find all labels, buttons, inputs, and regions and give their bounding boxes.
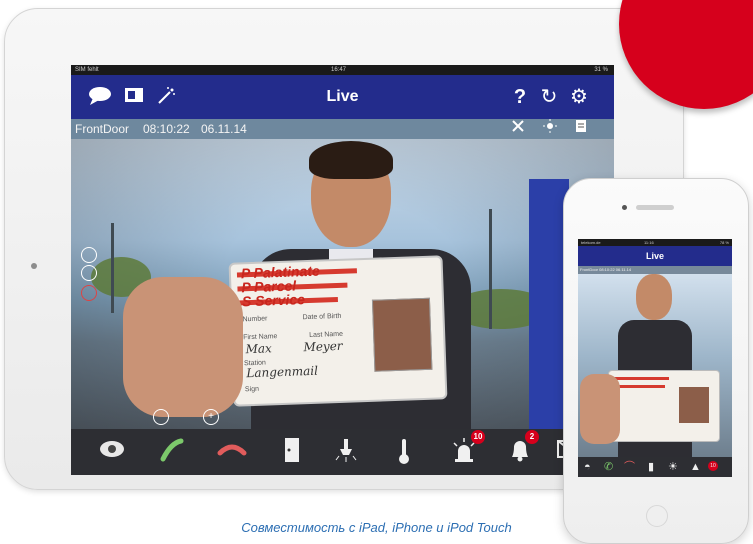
camera-time: 08:10:22 (143, 122, 190, 136)
camera-dome-icon[interactable] (97, 437, 127, 467)
alarm-light-icon[interactable]: ▲ (690, 457, 701, 477)
camera-dome-icon[interactable]: ◓ (584, 457, 591, 477)
bell-icon[interactable]: 2 (505, 430, 539, 467)
corner-red-badge (619, 0, 753, 109)
door-icon[interactable] (277, 437, 307, 467)
card-station: Langenmail (246, 363, 319, 381)
ipad-screen: SIM fehlt 16:47 31 % Live ? ↻ ⚙ FrontDoo… (71, 65, 614, 475)
status-battery: 31 % (594, 67, 608, 73)
gear-icon[interactable]: ⚙ (567, 86, 591, 108)
id-card: P Palatinate P Parcel S Service Number D… (228, 255, 448, 407)
street-lamp (111, 223, 114, 313)
help-icon[interactable]: ? (509, 86, 531, 108)
iphone-live-video[interactable] (578, 274, 732, 460)
page-title: Live (326, 88, 359, 105)
iphone-alarm-badge: 10 (708, 461, 718, 471)
camera-info-bar: FrontDoor 08:10:22 06.11.14 (71, 119, 614, 139)
alarm-light-icon[interactable]: 10 (449, 430, 485, 467)
iphone-top-bar: Live (578, 246, 732, 266)
card-dob-label: Date of Birth (302, 312, 342, 322)
iphone-person-head (636, 274, 672, 320)
card-number-label: Number (242, 315, 268, 324)
phone-hangup-icon[interactable]: ⌒ (624, 457, 635, 477)
card-first-name-label: First Name (243, 333, 278, 342)
snapshot-icon[interactable] (153, 409, 169, 425)
iphone-bottom-toolbar: ◓ ✆ ⌒ ▮ ☀ ▲ 10 (578, 457, 732, 477)
iphone-page-title: Live (645, 251, 664, 261)
zoom-slider-knob[interactable] (81, 247, 97, 263)
alarm-count-badge: 10 (471, 430, 485, 444)
iphone-time: 11:16 (644, 240, 654, 245)
card-first-name: Max (245, 341, 273, 357)
card-brand-line: S Service (241, 291, 306, 310)
notes-icon[interactable] (575, 119, 587, 139)
magic-wand-icon[interactable] (155, 86, 177, 108)
street-lamp (489, 209, 492, 329)
iphone-screen: telekom.de 11:16 78 % Live FrontDoor 08:… (578, 239, 732, 477)
pan-icon[interactable] (81, 265, 97, 281)
iphone-device: telekom.de 11:16 78 % Live FrontDoor 08:… (563, 178, 749, 544)
brightness-icon[interactable] (543, 119, 557, 139)
light-icon[interactable]: ☀ (668, 457, 678, 477)
phone-answer-icon[interactable]: ✆ (604, 457, 613, 477)
bell-count-badge: 2 (525, 430, 539, 444)
phone-answer-icon[interactable] (157, 437, 187, 467)
camera-name: FrontDoor (75, 122, 130, 136)
color-wheel-icon[interactable] (81, 285, 97, 301)
card-last-name: Meyer (303, 338, 343, 355)
iphone-battery: 78 % (719, 240, 729, 245)
iphone-card-stripe (613, 385, 665, 388)
light-icon[interactable] (331, 437, 361, 467)
iphone-carrier: telekom.de (581, 240, 601, 245)
person-hair (309, 141, 393, 179)
camera-date: 06.11.14 (201, 122, 247, 136)
top-bar: Live ? ↻ ⚙ (71, 75, 614, 119)
card-sign-label: Sign (244, 385, 260, 394)
bottom-toolbar: 10 2 (71, 429, 614, 475)
window-icon[interactable] (123, 86, 145, 108)
card-photo (371, 297, 433, 372)
iphone-hand (580, 374, 620, 444)
status-time: 16:47 (331, 67, 347, 73)
iphone-id-card (608, 370, 720, 442)
ipad-camera (31, 263, 37, 269)
phone-hangup-icon[interactable] (217, 437, 247, 467)
iphone-status-bar: telekom.de 11:16 78 % (578, 239, 732, 246)
iphone-speaker (636, 205, 674, 210)
status-carrier: SIM fehlt (75, 67, 99, 73)
iphone-camera (622, 205, 627, 210)
zoom-in-icon[interactable]: + (203, 409, 219, 425)
caption: Совместимость с iPad, iPhone и iPod Touc… (241, 520, 512, 535)
thermometer-icon[interactable] (389, 437, 419, 467)
iphone-camera-info: FrontDoor 08:10:22 06.11.14 (580, 267, 632, 272)
card-last-name-label: Last Name (309, 330, 344, 340)
status-bar: SIM fehlt 16:47 31 % (71, 65, 614, 75)
hand (123, 277, 243, 417)
iphone-card-stripe (613, 377, 669, 380)
iphone-info-bar: FrontDoor 08:10:22 06.11.14 (578, 266, 732, 274)
iphone-card-photo (679, 387, 709, 423)
refresh-icon[interactable]: ↻ (537, 86, 561, 108)
speech-bubble-icon[interactable] (87, 86, 113, 108)
door-icon[interactable]: ▮ (648, 457, 654, 477)
live-video[interactable]: P Palatinate P Parcel S Service Number D… (71, 139, 614, 439)
tools-icon[interactable] (511, 119, 525, 139)
